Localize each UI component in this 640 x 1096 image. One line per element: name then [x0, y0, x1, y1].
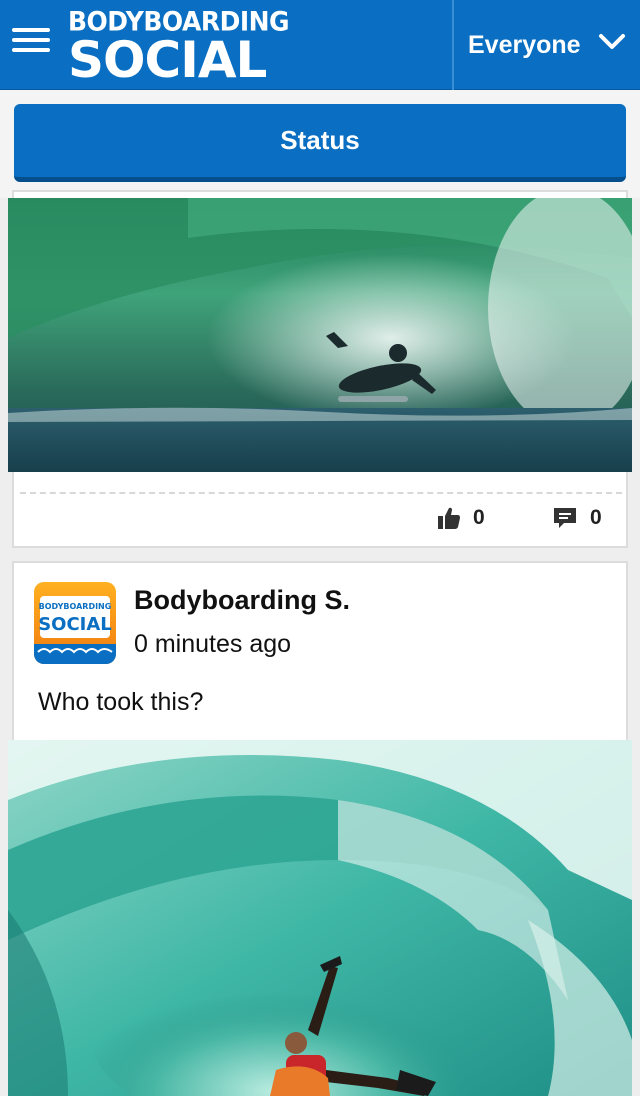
logo-bottom-text: SOCIAL [68, 31, 267, 89]
post-author[interactable]: Bodyboarding S. [134, 585, 350, 616]
avatar-top-text: BODYBOARDING [39, 602, 112, 611]
post-photo[interactable] [8, 740, 632, 1096]
thumbs-up-icon [438, 507, 460, 529]
avatar-bottom-text: SOCIAL [38, 614, 112, 635]
comment-button[interactable]: 0 [552, 506, 602, 530]
post-divider [20, 492, 622, 494]
audience-label: Everyone [468, 31, 581, 59]
status-button[interactable]: Status [14, 104, 626, 182]
post-text: Who took this? [38, 688, 204, 716]
audience-selector[interactable]: Everyone [452, 0, 640, 90]
top-bar: BODYBOARDING SOCIAL Everyone [0, 0, 640, 90]
post-photo[interactable] [8, 198, 632, 472]
status-bar: Status [0, 90, 640, 198]
menu-icon[interactable] [12, 28, 50, 62]
like-count: 0 [473, 506, 485, 529]
comment-count: 0 [590, 506, 602, 529]
logo-top-text: BODYBOARDING [68, 5, 290, 38]
app-logo[interactable]: BODYBOARDING SOCIAL [68, 5, 290, 89]
like-button[interactable]: 0 [437, 506, 485, 530]
comment-icon [554, 508, 576, 528]
post-timestamp: 0 minutes ago [134, 630, 292, 658]
chevron-down-icon [599, 34, 625, 49]
avatar[interactable]: BODYBOARDING SOCIAL [34, 582, 116, 664]
